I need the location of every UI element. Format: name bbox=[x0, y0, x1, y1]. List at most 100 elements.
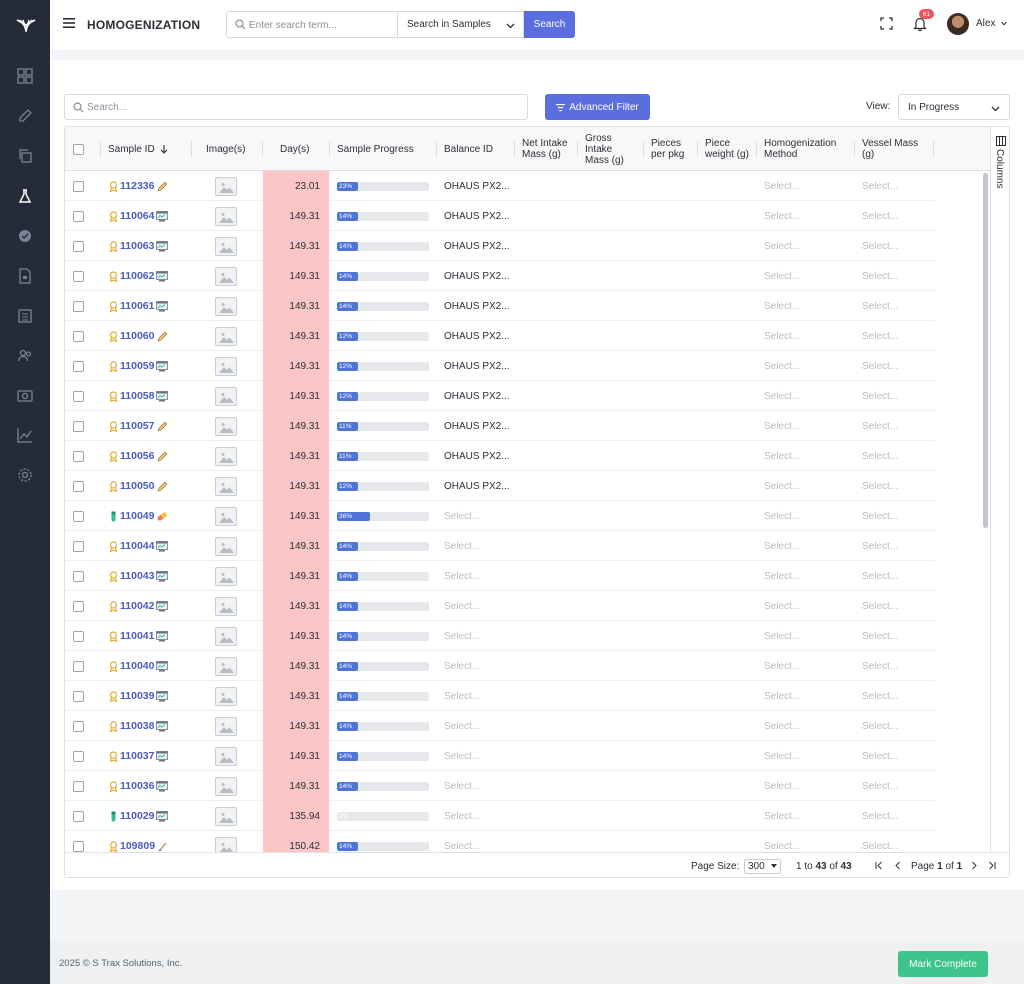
row-checkbox[interactable] bbox=[73, 210, 84, 222]
balance-id-select[interactable]: Select... bbox=[444, 601, 480, 612]
sample-id-link[interactable]: 110061 bbox=[120, 300, 154, 312]
balance-id-select[interactable]: Select... bbox=[444, 781, 480, 792]
row-checkbox[interactable] bbox=[73, 420, 84, 432]
header-sample-id[interactable]: Sample ID bbox=[108, 127, 168, 171]
row-checkbox[interactable] bbox=[73, 840, 84, 852]
header-days[interactable]: Day(s) bbox=[280, 127, 309, 171]
row-select[interactable] bbox=[73, 561, 84, 591]
balance-id-cell[interactable]: OHAUS PX2... bbox=[444, 261, 510, 291]
table-row[interactable]: 110038 149.31 14% Select... Select... Select.… bbox=[65, 711, 935, 741]
image-cell[interactable] bbox=[215, 711, 237, 741]
last-page-icon[interactable] bbox=[988, 861, 996, 870]
sample-id-link[interactable]: 110042 bbox=[120, 600, 154, 612]
image-cell[interactable] bbox=[215, 501, 237, 531]
row-select[interactable] bbox=[73, 261, 84, 291]
balance-id-cell[interactable]: Select... bbox=[444, 501, 480, 531]
vessel-mass-cell[interactable]: Select... bbox=[862, 651, 898, 681]
row-checkbox[interactable] bbox=[73, 570, 84, 582]
sample-id-link[interactable]: 110063 bbox=[120, 240, 154, 252]
vessel-mass-cell[interactable]: Select... bbox=[862, 681, 898, 711]
global-search-input[interactable] bbox=[249, 16, 394, 34]
vessel-mass-cell[interactable]: Select... bbox=[862, 321, 898, 351]
header-balance-id[interactable]: Balance ID bbox=[444, 127, 493, 171]
balance-id-select[interactable]: Select... bbox=[444, 691, 480, 702]
balance-id-cell[interactable]: Select... bbox=[444, 831, 480, 852]
vessel-mass-select[interactable]: Select... bbox=[862, 451, 898, 462]
vessel-mass-cell[interactable]: Select... bbox=[862, 201, 898, 231]
homogenization-method-cell[interactable]: Select... bbox=[764, 351, 800, 381]
vessel-mass-cell[interactable]: Select... bbox=[862, 381, 898, 411]
header-piece-weight[interactable]: Piece weight (g) bbox=[705, 127, 749, 171]
homogenization-method-select[interactable]: Select... bbox=[764, 451, 800, 462]
homogenization-method-select[interactable]: Select... bbox=[764, 751, 800, 762]
row-checkbox[interactable] bbox=[73, 390, 84, 402]
sidebar-item-copy[interactable] bbox=[0, 141, 50, 171]
row-checkbox[interactable] bbox=[73, 720, 84, 732]
table-row[interactable]: 110050 149.31 12% OHAUS PX2... Select... Sele… bbox=[65, 471, 935, 501]
row-select[interactable] bbox=[73, 651, 84, 681]
table-row[interactable]: 110049 149.31 36% Select... Select... Select.… bbox=[65, 501, 935, 531]
homogenization-method-select[interactable]: Select... bbox=[764, 541, 800, 552]
balance-id-select[interactable]: Select... bbox=[444, 571, 480, 582]
homogenization-method-cell[interactable]: Select... bbox=[764, 501, 800, 531]
image-placeholder-icon[interactable] bbox=[215, 596, 237, 616]
homogenization-method-select[interactable]: Select... bbox=[764, 511, 800, 522]
sample-id-link[interactable]: 110041 bbox=[120, 630, 154, 642]
homogenization-method-select[interactable]: Select... bbox=[764, 661, 800, 672]
balance-id-cell[interactable]: Select... bbox=[444, 591, 480, 621]
sample-id-link[interactable]: 110050 bbox=[120, 480, 154, 492]
image-cell[interactable] bbox=[215, 261, 237, 291]
row-select[interactable] bbox=[73, 411, 84, 441]
sample-id-link[interactable]: 112336 bbox=[120, 180, 154, 192]
homogenization-method-select[interactable]: Select... bbox=[764, 781, 800, 792]
table-row[interactable]: 109809 150.42 14% Select... Select... Select.… bbox=[65, 831, 935, 852]
vessel-mass-select[interactable]: Select... bbox=[862, 511, 898, 522]
table-row[interactable]: 110061 149.31 14% OHAUS PX2... Select... Sele… bbox=[65, 291, 935, 321]
previous-page-icon[interactable] bbox=[894, 861, 902, 870]
image-placeholder-icon[interactable] bbox=[215, 386, 237, 406]
vessel-mass-cell[interactable]: Select... bbox=[862, 591, 898, 621]
balance-id-select[interactable]: Select... bbox=[444, 661, 480, 672]
vessel-mass-cell[interactable]: Select... bbox=[862, 261, 898, 291]
image-placeholder-icon[interactable] bbox=[215, 356, 237, 376]
table-row[interactable]: 110039 149.31 14% Select... Select... Select.… bbox=[65, 681, 935, 711]
vessel-mass-select[interactable]: Select... bbox=[862, 481, 898, 492]
image-placeholder-icon[interactable] bbox=[215, 656, 237, 676]
sample-id-link[interactable]: 110044 bbox=[120, 540, 154, 552]
homogenization-method-select[interactable]: Select... bbox=[764, 691, 800, 702]
table-row[interactable]: 110037 149.31 14% Select... Select... Select.… bbox=[65, 741, 935, 771]
vessel-mass-cell[interactable]: Select... bbox=[862, 411, 898, 441]
row-select[interactable] bbox=[73, 471, 84, 501]
homogenization-method-cell[interactable]: Select... bbox=[764, 591, 800, 621]
balance-id-cell[interactable]: OHAUS PX2... bbox=[444, 411, 510, 441]
homogenization-method-cell[interactable]: Select... bbox=[764, 171, 800, 201]
homogenization-method-cell[interactable]: Select... bbox=[764, 741, 800, 771]
row-checkbox[interactable] bbox=[73, 360, 84, 372]
vessel-mass-cell[interactable]: Select... bbox=[862, 741, 898, 771]
homogenization-method-cell[interactable]: Select... bbox=[764, 261, 800, 291]
search-button[interactable]: Search bbox=[524, 11, 575, 38]
vessel-mass-select[interactable]: Select... bbox=[862, 331, 898, 342]
row-checkbox[interactable] bbox=[73, 630, 84, 642]
vessel-mass-select[interactable]: Select... bbox=[862, 421, 898, 432]
row-checkbox[interactable] bbox=[73, 270, 84, 282]
balance-id-cell[interactable]: OHAUS PX2... bbox=[444, 441, 510, 471]
vessel-mass-select[interactable]: Select... bbox=[862, 181, 898, 192]
image-cell[interactable] bbox=[215, 351, 237, 381]
row-checkbox[interactable] bbox=[73, 510, 84, 522]
table-row[interactable]: 112336 23.01 23% OHAUS PX2... Select... Selec… bbox=[65, 171, 935, 201]
balance-id-cell[interactable]: Select... bbox=[444, 681, 480, 711]
balance-id-cell[interactable]: OHAUS PX2... bbox=[444, 381, 510, 411]
homogenization-method-select[interactable]: Select... bbox=[764, 841, 800, 852]
vessel-mass-select[interactable]: Select... bbox=[862, 721, 898, 732]
image-placeholder-icon[interactable] bbox=[215, 806, 237, 826]
homogenization-method-cell[interactable]: Select... bbox=[764, 321, 800, 351]
balance-id-cell[interactable]: Select... bbox=[444, 561, 480, 591]
homogenization-method-cell[interactable]: Select... bbox=[764, 801, 800, 831]
homogenization-method-cell[interactable]: Select... bbox=[764, 201, 800, 231]
homogenization-method-cell[interactable]: Select... bbox=[764, 831, 800, 852]
sidebar-item-users[interactable] bbox=[0, 341, 50, 371]
balance-id-select[interactable]: Select... bbox=[444, 511, 480, 522]
image-cell[interactable] bbox=[215, 411, 237, 441]
balance-id-select[interactable]: Select... bbox=[444, 751, 480, 762]
